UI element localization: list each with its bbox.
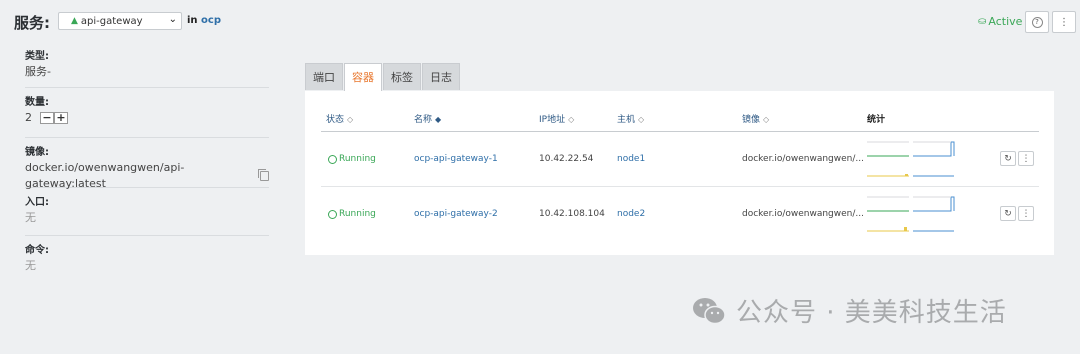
host-link[interactable]: node2 <box>617 209 645 219</box>
host-link[interactable]: node1 <box>617 154 645 164</box>
type-label: 类型: <box>25 51 49 62</box>
col-stats: 统计 <box>867 115 886 125</box>
watermark: 公众号 · 美美科技生活 <box>692 292 1007 329</box>
count-value: 2 <box>25 111 32 124</box>
status-text: Running <box>339 154 376 164</box>
page-title: 服务: <box>14 14 50 32</box>
image-value: docker.io/owenwangwen/api-gateway:latest <box>25 161 185 190</box>
tab-logs[interactable]: 日志 <box>422 63 460 90</box>
count-field: 数量: 2 − + <box>25 88 269 138</box>
image-cell: docker.io/owenwangwen/... <box>742 209 864 219</box>
stats-sparkline <box>867 196 955 232</box>
image-label: 镜像: <box>25 147 49 158</box>
status-text: Running <box>339 209 376 219</box>
tab-labels[interactable]: 标签 <box>383 63 421 90</box>
service-select-value: api-gateway <box>80 15 143 27</box>
stats-sparkline <box>867 141 955 177</box>
restart-button[interactable]: ↻ <box>1000 206 1016 221</box>
col-name[interactable]: 名称 ◆ <box>414 112 441 125</box>
count-label: 数量: <box>25 97 49 108</box>
entry-value: 无 <box>25 211 36 224</box>
watermark-text: 公众号 · 美美科技生活 <box>736 298 1007 328</box>
running-icon <box>328 209 337 219</box>
col-ip[interactable]: IP地址 ◇ <box>539 112 574 125</box>
state-text: Active <box>988 15 1023 28</box>
sort-icon: ◇ <box>638 115 645 124</box>
sort-active-icon: ◆ <box>435 115 442 124</box>
type-field: 类型: 服务- <box>25 46 269 88</box>
stack-icon: ▲ <box>71 16 78 26</box>
entry-label: 入口: <box>25 197 49 208</box>
containers-panel: 状态 ◇ 名称 ◆ IP地址 ◇ 主机 ◇ 镜像 ◇ 统计 Running ocp-api… <box>305 91 1054 255</box>
in-label: in <box>187 15 198 26</box>
image-field: 镜像: docker.io/owenwangwen/api-gateway:la… <box>25 138 269 190</box>
table-header: 状态 ◇ 名称 ◆ IP地址 ◇ 主机 ◇ 镜像 ◇ 统计 <box>321 108 1039 132</box>
service-select[interactable]: ▲ api-gateway ⌄ <box>58 12 182 30</box>
help-button[interactable]: ? <box>1025 11 1049 33</box>
sort-icon: ◇ <box>568 115 575 124</box>
count-row: 2 − + <box>25 110 269 126</box>
namespace-label: in ocp <box>187 15 221 26</box>
scale-up-button[interactable]: + <box>54 112 68 124</box>
copy-icon[interactable] <box>258 169 269 181</box>
col-image-label: 镜像 <box>742 115 761 125</box>
running-icon <box>328 154 337 164</box>
kebab-icon: ⋮ <box>1021 153 1031 164</box>
detail-tabs: 端口 容器 标签 日志 <box>305 63 461 91</box>
container-name-link[interactable]: ocp-api-gateway-2 <box>414 209 498 219</box>
col-name-label: 名称 <box>414 115 433 125</box>
col-host-label: 主机 <box>617 115 636 125</box>
chevron-down-icon: ⌄ <box>168 14 177 25</box>
namespace-link[interactable]: ocp <box>201 15 221 26</box>
refresh-icon: ↻ <box>1004 208 1012 219</box>
command-label: 命令: <box>25 245 49 256</box>
image-cell: docker.io/owenwangwen/... <box>742 154 864 164</box>
type-value: 服务- <box>25 65 51 78</box>
kebab-icon: ⋮ <box>1021 208 1031 219</box>
table-row: Running ocp-api-gateway-1 10.42.22.54 no… <box>321 132 1039 187</box>
refresh-icon: ↻ <box>1004 153 1012 164</box>
tab-ports[interactable]: 端口 <box>305 63 343 90</box>
col-image[interactable]: 镜像 ◇ <box>742 112 769 125</box>
row-more-button[interactable]: ⋮ <box>1018 151 1034 166</box>
page-header: 服务: ▲ api-gateway ⌄ in ocp ⛀ Active ? ⋮ <box>0 0 1080 44</box>
restart-button[interactable]: ↻ <box>1000 151 1016 166</box>
ip-cell: 10.42.22.54 <box>539 154 594 164</box>
sort-icon: ◇ <box>347 115 354 124</box>
state-badge: ⛀ Active <box>978 15 1022 28</box>
help-icon: ? <box>1031 16 1043 28</box>
ip-cell: 10.42.108.104 <box>539 209 605 219</box>
network-icon: ⛀ <box>978 16 987 27</box>
kebab-icon: ⋮ <box>1059 16 1069 28</box>
command-value: 无 <box>25 259 36 272</box>
col-ip-label: IP地址 <box>539 115 566 125</box>
col-status[interactable]: 状态 ◇ <box>326 112 353 125</box>
more-actions-button[interactable]: ⋮ <box>1052 11 1076 33</box>
command-field: 命令: 无 <box>25 236 269 284</box>
scale-down-button[interactable]: − <box>40 112 54 124</box>
wechat-icon <box>693 297 726 324</box>
status-cell: Running <box>328 154 376 164</box>
status-cell: Running <box>328 209 376 219</box>
table-row: Running ocp-api-gateway-2 10.42.108.104 … <box>321 187 1039 242</box>
image-row: docker.io/owenwangwen/api-gateway:latest <box>25 160 269 192</box>
col-status-label: 状态 <box>326 115 345 125</box>
container-name-link[interactable]: ocp-api-gateway-1 <box>414 154 498 164</box>
entry-field: 入口: 无 <box>25 188 269 236</box>
sort-icon: ◇ <box>763 115 770 124</box>
row-more-button[interactable]: ⋮ <box>1018 206 1034 221</box>
service-detail-panel: 类型: 服务- 数量: 2 − + 镜像: docker.io/owenwang… <box>25 46 269 284</box>
col-host[interactable]: 主机 ◇ <box>617 112 644 125</box>
tab-containers[interactable]: 容器 <box>344 63 382 91</box>
